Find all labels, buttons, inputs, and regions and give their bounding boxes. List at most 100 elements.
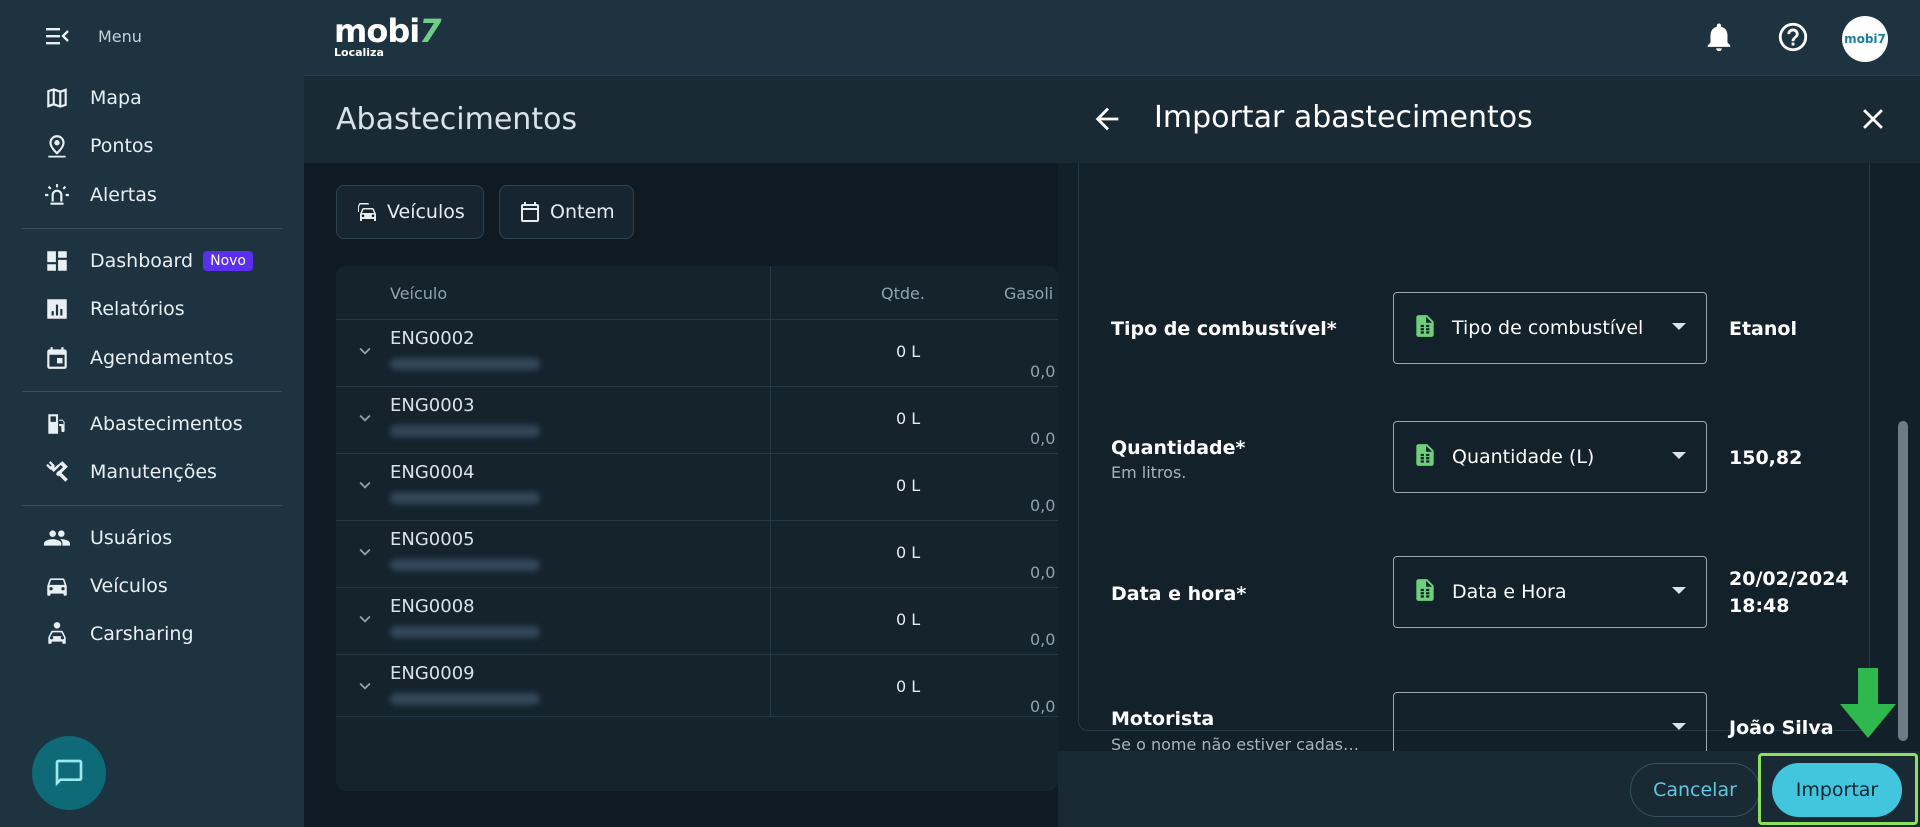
field-label-quantity: Quantidade* [1111, 437, 1246, 459]
expand-chevron-icon[interactable] [354, 608, 376, 630]
scrollbar[interactable] [1898, 171, 1908, 826]
fuel-pump-icon [48, 414, 65, 434]
table-row[interactable]: ENG0003 0 L 0,0 [336, 387, 1058, 454]
calendar-icon [521, 202, 539, 222]
filter-label: Ontem [550, 201, 615, 223]
gasoline-cell: 0,0 [1030, 496, 1056, 515]
close-icon [1863, 109, 1883, 129]
sidebar-item-alertas[interactable]: Alertas [44, 182, 157, 208]
sidebar-item-pontos[interactable]: Pontos [44, 133, 153, 159]
blurred-vehicle-info [390, 425, 540, 437]
sidebar-item-carsharing[interactable]: Carsharing [44, 621, 194, 647]
field-hint: Em litros. [1111, 463, 1187, 482]
sidebar-item-label: Abastecimentos [90, 413, 243, 435]
cancel-button[interactable]: Cancelar [1630, 763, 1760, 817]
help-button[interactable] [1776, 20, 1810, 54]
sidebar-item-relatorios[interactable]: Relatórios [44, 296, 185, 322]
sidebar-item-usuarios[interactable]: Usuários [44, 525, 172, 551]
sidebar-item-abastecimentos[interactable]: Abastecimentos [44, 411, 243, 437]
logo-text: mobi [334, 12, 420, 50]
datetime-select[interactable]: Data e Hora [1393, 556, 1707, 628]
sidebar-item-label: Dashboard [90, 250, 194, 272]
gasoline-cell: 0,0 [1030, 429, 1056, 448]
table-row[interactable]: ENG0002 0 L 0,0 [336, 320, 1058, 387]
blurred-vehicle-info [390, 559, 540, 571]
menu-collapse-icon [46, 28, 69, 45]
vehicle-code: ENG0004 [390, 462, 475, 483]
expand-chevron-icon[interactable] [354, 340, 376, 362]
field-label-datetime: Data e hora* [1111, 583, 1247, 605]
quantity-select[interactable]: Quantidade (L) [1393, 421, 1707, 493]
column-header-gasoline[interactable]: Gasoli [1004, 284, 1053, 303]
spreadsheet-icon [1412, 313, 1438, 344]
calendar-icon [47, 347, 67, 369]
select-value: Tipo de combustível [1452, 317, 1644, 339]
filter-date-button[interactable]: Ontem [499, 185, 634, 239]
sidebar-item-label: Mapa [90, 87, 142, 109]
nav-divider [22, 228, 282, 229]
new-badge: Novo [203, 251, 253, 271]
gasoline-cell: 0,0 [1030, 697, 1056, 716]
blurred-vehicle-info [390, 626, 540, 638]
chevron-down-icon [1672, 323, 1686, 330]
mobi7-logo[interactable]: mobi7 Localiza [334, 12, 441, 59]
chat-button[interactable] [32, 736, 106, 810]
column-header-vehicle[interactable]: Veículo [390, 284, 447, 303]
sidebar-item-agendamentos[interactable]: Agendamentos [44, 345, 234, 371]
expand-chevron-icon[interactable] [354, 407, 376, 429]
topbar: mobi7 Localiza mobi7 [304, 0, 1920, 76]
field-label-fuel-type: Tipo de combustível* [1111, 318, 1337, 340]
table-row[interactable]: ENG0005 0 L 0,0 [336, 521, 1058, 588]
sidebar-item-veiculos[interactable]: Veículos [44, 573, 168, 599]
preview-value: 20/02/2024 18:48 [1729, 566, 1849, 620]
quantity-cell: 0 L [896, 476, 921, 495]
filter-vehicles-button[interactable]: Veículos [336, 185, 484, 239]
menu-toggle[interactable]: Menu [46, 26, 142, 46]
notifications-button[interactable] [1702, 20, 1736, 54]
gasoline-cell: 0,0 [1030, 563, 1056, 582]
vehicles-icon [358, 203, 376, 221]
quantity-cell: 0 L [896, 677, 921, 696]
alarm-light-icon [45, 184, 69, 205]
column-header-qty[interactable]: Qtde. [881, 284, 925, 303]
fuel-table: Veículo Qtde. Gasoli ENG0002 0 L 0,0 ENG… [336, 266, 1058, 791]
fuel-type-select[interactable]: Tipo de combustível [1393, 292, 1707, 364]
quantity-cell: 0 L [896, 543, 921, 562]
sidebar-item-manutencoes[interactable]: Manutenções [44, 459, 217, 485]
quantity-cell: 0 L [896, 409, 921, 428]
close-button[interactable] [1856, 102, 1890, 136]
drawer-header: Importar abastecimentos [1058, 76, 1920, 163]
preview-value: 150,82 [1729, 447, 1803, 469]
vehicle-code: ENG0009 [390, 663, 475, 684]
sidebar-item-label: Agendamentos [90, 347, 234, 369]
table-row[interactable]: ENG0008 0 L 0,0 [336, 588, 1058, 655]
import-drawer: Importar abastecimentos Tipo de combustí… [1058, 76, 1920, 827]
select-value: Data e Hora [1452, 581, 1567, 603]
filter-label: Veículos [387, 201, 465, 223]
table-row[interactable]: ENG0009 0 L 0,0 [336, 655, 1058, 722]
sidebar-item-dashboard[interactable]: Dashboard Novo [44, 248, 253, 274]
scrollbar-thumb[interactable] [1898, 421, 1908, 741]
avatar[interactable]: mobi7 [1842, 16, 1888, 62]
sidebar-item-label: Veículos [90, 575, 168, 597]
expand-chevron-icon[interactable] [354, 541, 376, 563]
preview-date: 20/02/2024 [1729, 568, 1849, 590]
expand-chevron-icon[interactable] [354, 474, 376, 496]
bar-chart-icon [47, 299, 67, 319]
preview-value: Etanol [1729, 318, 1797, 340]
page-title: Abastecimentos [336, 102, 578, 137]
menu-label: Menu [98, 26, 142, 46]
sidebar-item-label: Usuários [90, 527, 173, 549]
table-row[interactable]: ENG0004 0 L 0,0 [336, 454, 1058, 521]
import-button[interactable]: Importar [1772, 763, 1902, 817]
expand-chevron-icon[interactable] [354, 675, 376, 697]
spreadsheet-icon [1412, 442, 1438, 473]
sidebar-item-label: Pontos [90, 135, 154, 157]
sidebar-item-label: Relatórios [90, 298, 185, 320]
back-button[interactable] [1090, 102, 1124, 136]
bell-icon [1707, 23, 1731, 52]
blurred-vehicle-info [390, 693, 540, 705]
mapping-form: Tipo de combustível* Tipo de combustível… [1078, 163, 1870, 764]
quantity-cell: 0 L [896, 610, 921, 629]
sidebar-item-mapa[interactable]: Mapa [44, 85, 142, 111]
